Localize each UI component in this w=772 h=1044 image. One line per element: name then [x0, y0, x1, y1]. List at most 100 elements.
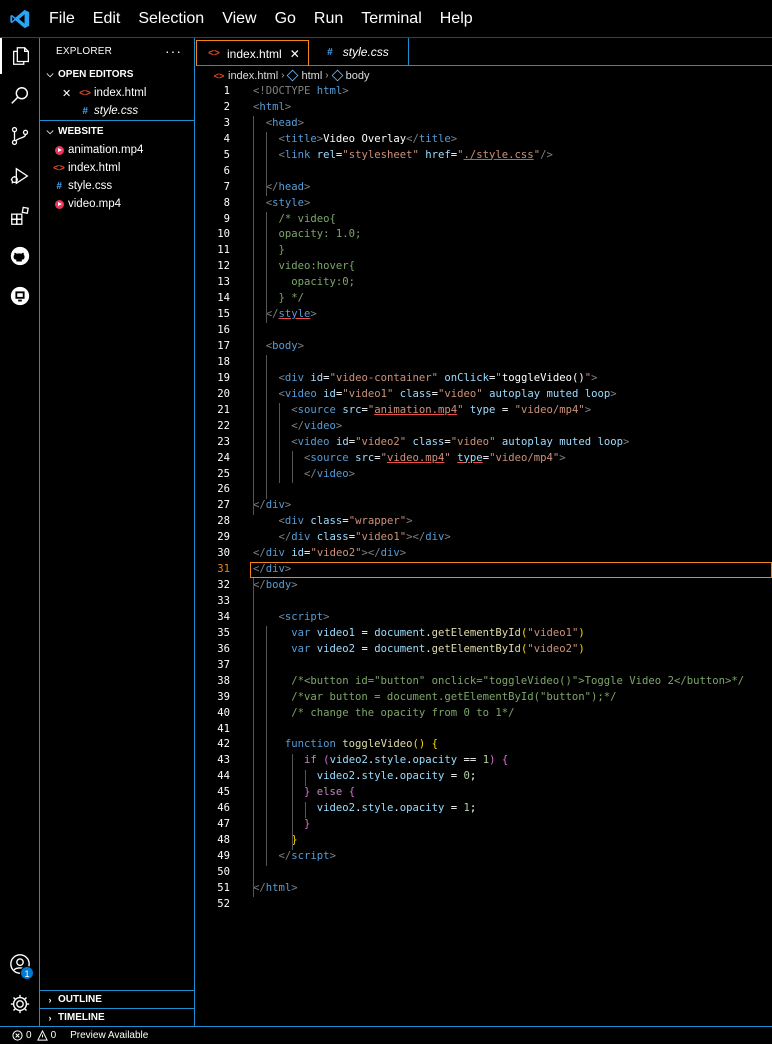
code-line[interactable]: 9 /* video{ — [196, 212, 772, 228]
code-line[interactable]: 4 <title>Video Overlay</title> — [196, 132, 772, 148]
source-control-icon[interactable] — [0, 118, 40, 154]
menu-go[interactable]: Go — [266, 0, 305, 38]
open-editors-header[interactable]: ⌵ OPEN EDITORS — [40, 64, 194, 84]
code-line[interactable]: 50 — [196, 865, 772, 881]
code-line[interactable]: 24 <source src="video.mp4" type="video/m… — [196, 451, 772, 467]
code-line[interactable]: 20 <video id="video1" class="video" auto… — [196, 387, 772, 403]
run-debug-icon[interactable] — [0, 158, 40, 194]
code-line[interactable]: 38 /*<button id="button" onclick="toggle… — [196, 674, 772, 690]
vscode-logo-icon — [0, 0, 40, 38]
code-token: id — [310, 371, 324, 384]
menu-edit[interactable]: Edit — [84, 0, 130, 38]
code-line[interactable]: 31 </div> — [196, 562, 772, 579]
code-line[interactable]: 26 — [196, 482, 772, 498]
menu-run[interactable]: Run — [305, 0, 352, 38]
code-line[interactable]: 29 </div class="video1"></div> — [196, 530, 772, 546]
code-line[interactable]: 47 } — [196, 817, 772, 833]
code-line[interactable]: 45 } else { — [196, 785, 772, 801]
file-item-video-mp4[interactable]: video.mp4 — [40, 195, 194, 213]
code-line[interactable]: 18 — [196, 355, 772, 371]
preview-status[interactable]: Preview Available — [70, 1030, 148, 1041]
code-editor[interactable]: 1 <!DOCTYPE html> 2 <html> 3 <head> 4 <title>… — [196, 84, 772, 1026]
timeline-header[interactable]: › TIMELINE — [40, 1008, 194, 1026]
code-line[interactable]: 25 </video> — [196, 467, 772, 483]
code-line[interactable]: 52 — [196, 897, 772, 913]
breadcrumb-file[interactable]: <> index.html — [212, 70, 278, 82]
code-line[interactable]: 10 opacity: 1.0; — [196, 227, 772, 243]
file-item-index-html[interactable]: <> index.html — [40, 159, 194, 177]
code-line[interactable]: 21 <source src="animation.mp4" type = "v… — [196, 403, 772, 419]
open-editor-item-index-html[interactable]: ✕ <> index.html — [40, 84, 194, 102]
code-line[interactable]: 40 /* change the opacity from 0 to 1*/ — [196, 706, 772, 722]
tab-style-css[interactable]: # style.css — [309, 38, 409, 66]
code-line[interactable]: 14 } */ — [196, 291, 772, 307]
code-line[interactable]: 5 <link rel="stylesheet" href="./style.c… — [196, 148, 772, 164]
code-line[interactable]: 22 </video> — [196, 419, 772, 435]
explorer-icon[interactable] — [0, 38, 40, 74]
more-actions-icon[interactable]: ··· — [165, 43, 182, 59]
code-token: opacity — [399, 802, 445, 815]
accounts-icon[interactable]: 1 — [0, 946, 40, 982]
search-icon[interactable] — [0, 78, 40, 114]
code-line[interactable]: 13 opacity:0; — [196, 275, 772, 291]
code-line[interactable]: 44 video2.style.opacity = 0; — [196, 769, 772, 785]
extensions-icon[interactable] — [0, 198, 40, 234]
code-token: > — [591, 371, 598, 384]
code-line[interactable]: 27 </div> — [196, 498, 772, 514]
menu-selection[interactable]: Selection — [129, 0, 213, 38]
tab-close-icon[interactable]: ✕ — [290, 47, 300, 61]
code-line[interactable]: 48 } — [196, 833, 772, 849]
code-line[interactable]: 42 function toggleVideo() { — [196, 737, 772, 753]
code-token: > — [406, 515, 413, 528]
code-line[interactable]: 37 — [196, 658, 772, 674]
code-line[interactable]: 1 <!DOCTYPE html> — [196, 84, 772, 100]
code-line[interactable]: 12 video:hover{ — [196, 259, 772, 275]
line-number: 45 — [217, 786, 230, 799]
settings-gear-icon[interactable] — [0, 986, 40, 1022]
code-line[interactable]: 49 </script> — [196, 849, 772, 865]
code-token: style — [361, 802, 394, 815]
remote-explorer-icon[interactable] — [0, 278, 40, 314]
code-line[interactable]: 33 — [196, 594, 772, 610]
code-line[interactable]: 19 <div id="video-container" onClick="to… — [196, 371, 772, 387]
code-line[interactable]: 39 /*var button = document.getElementByI… — [196, 690, 772, 706]
code-line[interactable]: 30 </div id="video2"></div> — [196, 546, 772, 562]
menu-help[interactable]: Help — [431, 0, 482, 38]
code-line[interactable]: 34 <script> — [196, 610, 772, 626]
code-line[interactable]: 17 <body> — [196, 339, 772, 355]
code-line[interactable]: 28 <div class="wrapper"> — [196, 514, 772, 530]
code-line[interactable]: 51 </html> — [196, 881, 772, 897]
code-line[interactable]: 2 <html> — [196, 100, 772, 116]
breadcrumb-body[interactable]: body — [331, 70, 369, 82]
tab-index-html[interactable]: <> index.html ✕ — [196, 40, 309, 66]
code-line[interactable]: 46 video2.style.opacity = 1; — [196, 801, 772, 817]
menu-file[interactable]: File — [40, 0, 84, 38]
code-line[interactable]: 32 </body> — [196, 578, 772, 594]
code-token: ; — [469, 802, 477, 815]
close-icon[interactable]: ✕ — [62, 87, 76, 100]
code-line[interactable]: 16 — [196, 323, 772, 339]
file-item-style-css[interactable]: # style.css — [40, 177, 194, 195]
breadcrumb-html[interactable]: html — [287, 70, 322, 82]
file-item-animation-mp4[interactable]: animation.mp4 — [40, 141, 194, 159]
outline-header[interactable]: › OUTLINE — [40, 990, 194, 1008]
code-line[interactable]: 43 if (video2.style.opacity == 1) { — [196, 753, 772, 769]
code-line[interactable]: 35 var video1 = document.getElementById(… — [196, 626, 772, 642]
code-line[interactable]: 23 <video id="video2" class="video" auto… — [196, 435, 772, 451]
menu-view[interactable]: View — [213, 0, 265, 38]
code-line[interactable]: 3 <head> — [196, 116, 772, 132]
code-line[interactable]: 8 <style> — [196, 196, 772, 212]
code-line[interactable]: 6 — [196, 164, 772, 180]
code-line[interactable]: 15 </style> — [196, 307, 772, 323]
code-line[interactable]: 11 } — [196, 243, 772, 259]
code-line[interactable]: 41 — [196, 722, 772, 738]
menu-terminal[interactable]: Terminal — [352, 0, 430, 38]
problems-status[interactable]: 0 0 — [12, 1030, 56, 1041]
code-line[interactable]: 7 </head> — [196, 180, 772, 196]
code-line[interactable]: 36 var video2 = document.getElementById(… — [196, 642, 772, 658]
github-icon[interactable] — [0, 238, 40, 274]
open-editor-item-style-css[interactable]: # style.css — [40, 102, 194, 120]
workspace-header[interactable]: ⌵ WEBSITE — [40, 121, 194, 141]
